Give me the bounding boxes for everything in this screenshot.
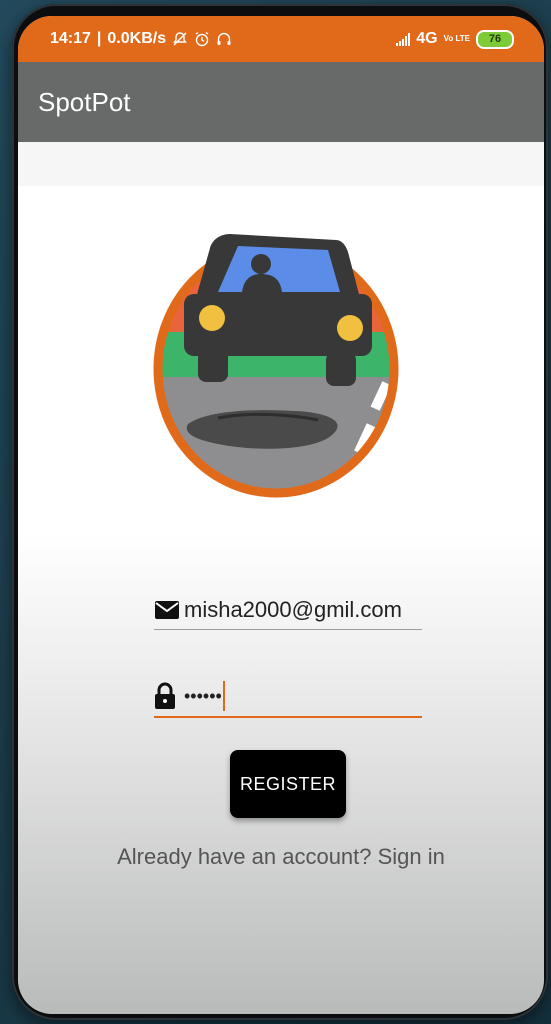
status-bar: 14:17 | 0.0KB/s 4G Vo LTE 76 xyxy=(18,16,544,62)
status-time: 14:17 xyxy=(50,30,91,47)
signal-icon xyxy=(396,32,411,46)
text-cursor xyxy=(222,681,225,711)
volte-indicator: Vo LTE xyxy=(443,34,470,43)
sign-in-link[interactable]: Already have an account? Sign in xyxy=(18,844,544,870)
content-top-band xyxy=(18,142,544,186)
notifications-off-icon xyxy=(173,32,188,46)
status-separator: | xyxy=(96,30,102,47)
email-field[interactable] xyxy=(154,590,472,630)
headset-icon xyxy=(217,32,231,45)
mail-icon xyxy=(154,596,182,624)
register-button[interactable]: REGISTER xyxy=(230,750,346,818)
status-left: 14:17 | 0.0KB/s xyxy=(50,30,232,48)
password-input[interactable]: •••••• xyxy=(182,686,222,707)
battery-icon: 76 xyxy=(476,29,514,49)
app-title: SpotPot xyxy=(38,86,131,117)
network-type: 4G xyxy=(416,30,438,47)
password-field[interactable]: •••••• xyxy=(154,676,422,718)
phone-screen: 14:17 | 0.0KB/s 4G Vo LTE 76 SpotPot mis… xyxy=(18,16,544,1014)
car-over-pothole-icon xyxy=(148,212,408,502)
status-speed: 0.0KB/s xyxy=(107,30,167,47)
status-right: 4G Vo LTE 76 xyxy=(396,29,514,49)
lock-icon xyxy=(154,682,182,710)
email-input[interactable] xyxy=(182,591,472,628)
app-bar: SpotPot xyxy=(18,62,544,142)
alarm-icon xyxy=(195,31,209,47)
